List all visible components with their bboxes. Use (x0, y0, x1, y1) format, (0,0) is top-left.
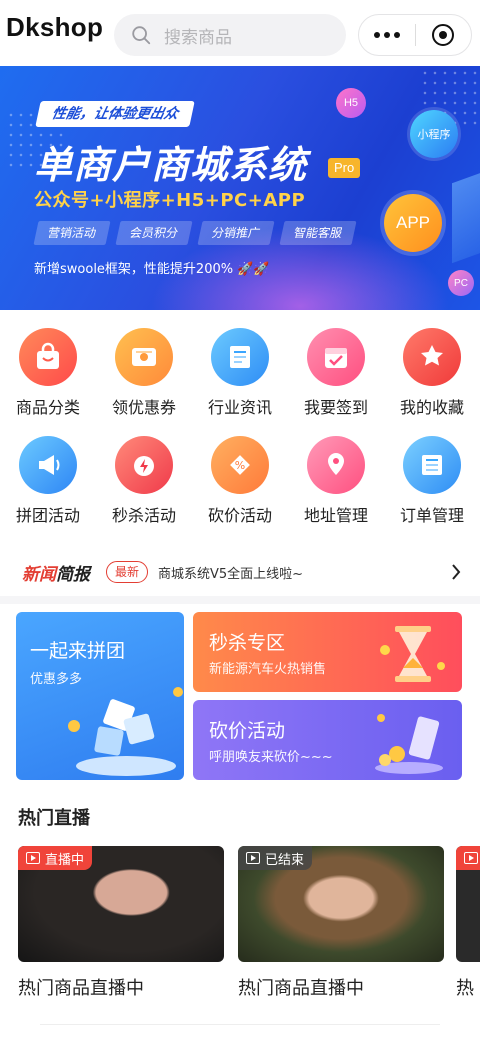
play-icon (246, 852, 260, 864)
banner-tag: 性能，让体验更出众 (35, 101, 195, 127)
svg-text:%: % (235, 459, 245, 472)
category-bargain[interactable]: % 砍价活动 (192, 436, 288, 526)
banner-subtitle: 公众号+小程序+H5+PC+APP (34, 190, 306, 211)
order-list-icon (403, 436, 461, 494)
gift-illustration (375, 714, 443, 774)
category-label: 秒杀活动 (111, 506, 176, 525)
promo-subtitle: 新能源汽车火热销售 (209, 662, 327, 677)
category-product-categories[interactable]: 商品分类 (0, 328, 96, 418)
live-section-title: 热门直播 (18, 808, 90, 829)
live-status-badge: 已结束 (238, 846, 313, 870)
promo-bargain[interactable]: 砍价活动 呼朋唤友来砍价~~~ (193, 700, 462, 780)
chevron-right-icon[interactable] (450, 562, 462, 582)
app-bubble: APP (384, 194, 442, 252)
category-coupons[interactable]: 领优惠券 (96, 328, 192, 418)
live-thumbnail[interactable] (456, 846, 480, 962)
category-label: 拼团活动 (15, 506, 80, 525)
hero-banner[interactable]: 性能，让体验更出众 单商户商城系统 Pro 公众号+小程序+H5+PC+APP … (0, 66, 480, 310)
news-icon (211, 328, 269, 386)
discount-icon: % (211, 436, 269, 494)
news-ticker[interactable]: 新闻简报 最新 商城系统V5全面上线啦~ (0, 548, 480, 596)
live-status-badge: 直播中 (18, 846, 93, 870)
news-logo: 新闻简报 (22, 564, 90, 585)
hourglass-illustration (380, 626, 445, 682)
h5-bubble: H5 (336, 88, 366, 118)
banner-chip: 分销推广 (197, 221, 275, 245)
promo-group-buy[interactable]: 一起来拼团 优惠多多 (16, 612, 184, 780)
search-placeholder: 搜索商品 (164, 27, 232, 48)
search-input[interactable]: 搜索商品 (114, 14, 346, 56)
news-text[interactable]: 商城系统V5全面上线啦~ (158, 563, 404, 582)
more-icon[interactable] (359, 15, 415, 55)
promo-title: 秒杀专区 (209, 632, 286, 654)
category-flash-sale[interactable]: 秒杀活动 (96, 436, 192, 526)
play-icon (464, 852, 478, 864)
promo-title: 一起来拼团 (30, 640, 126, 662)
shopping-bag-icon (19, 328, 77, 386)
live-thumbnail[interactable]: 直播中 (18, 846, 224, 962)
miniprogram-bubble: 小程序 (410, 110, 458, 158)
category-label: 我的收藏 (399, 398, 464, 417)
promo-title: 砍价活动 (209, 720, 286, 742)
live-status-badge (456, 846, 480, 870)
category-label: 砍价活动 (207, 506, 272, 525)
category-sign-in[interactable]: 我要签到 (288, 328, 384, 418)
play-icon (26, 852, 40, 864)
section-divider (0, 596, 480, 604)
close-target-icon[interactable] (415, 15, 471, 55)
live-card-title: 热 (456, 978, 474, 999)
calendar-check-icon (307, 328, 365, 386)
bottom-divider (40, 1024, 440, 1025)
category-favorites[interactable]: 我的收藏 (384, 328, 480, 418)
news-badge: 最新 (106, 561, 149, 583)
banner-title: 单商户商城系统 (34, 143, 308, 187)
pc-bubble: PC (448, 270, 474, 296)
banner-chip: 智能客服 (279, 221, 357, 245)
top-bar: Dkshop 搜索商品 (0, 0, 480, 66)
flash-alarm-icon (115, 436, 173, 494)
category-group-buy[interactable]: 拼团活动 (0, 436, 96, 526)
star-box-icon (403, 328, 461, 386)
banner-note: 新增swoole框架，性能提升200% 🚀🚀 (34, 262, 270, 277)
category-industry-news[interactable]: 行业资讯 (192, 328, 288, 418)
map-pin-icon (307, 436, 365, 494)
category-orders[interactable]: 订单管理 (384, 436, 480, 526)
category-label: 领优惠券 (111, 398, 176, 417)
brand-logo: Dkshop (6, 12, 104, 42)
category-label: 商品分类 (15, 398, 80, 417)
miniprogram-capsule (358, 14, 472, 56)
live-card-title: 热门商品直播中 (238, 978, 364, 999)
search-icon (132, 26, 151, 45)
category-label: 订单管理 (399, 506, 464, 525)
category-address[interactable]: 地址管理 (288, 436, 384, 526)
promo-subtitle: 呼朋唤友来砍价~~~ (209, 750, 333, 765)
live-card-title: 热门商品直播中 (18, 978, 144, 999)
megaphone-icon (19, 436, 77, 494)
live-card[interactable]: 已结束 热门商品直播中 (238, 846, 444, 1000)
puzzle-illustration (68, 687, 183, 776)
pro-badge: Pro (328, 158, 361, 178)
promo-flash-sale[interactable]: 秒杀专区 新能源汽车火热销售 (193, 612, 462, 692)
decor-cube (452, 168, 480, 264)
live-card[interactable]: 直播中 热门商品直播中 (18, 846, 224, 1000)
live-thumbnail[interactable]: 已结束 (238, 846, 444, 962)
category-label: 我要签到 (303, 398, 368, 417)
category-label: 行业资讯 (207, 398, 272, 417)
coupon-icon (115, 328, 173, 386)
banner-chip: 营销活动 (33, 221, 111, 245)
banner-chip: 会员积分 (115, 221, 193, 245)
category-label: 地址管理 (303, 506, 368, 525)
live-card[interactable]: 热 (456, 846, 480, 1000)
